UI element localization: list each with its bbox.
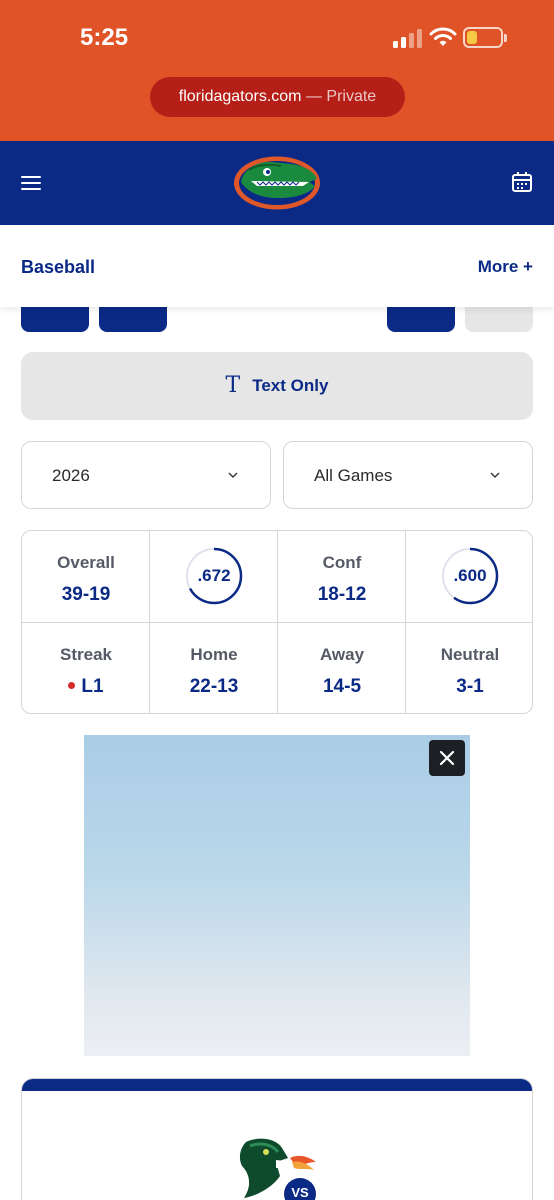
neutral-label: Neutral: [440, 645, 500, 664]
text-icon: T: [225, 373, 241, 398]
florida-gators-logo[interactable]: [229, 152, 325, 214]
conf-pct: .600: [453, 566, 487, 585]
games-select[interactable]: All Games: [283, 441, 533, 509]
more-menu-button[interactable]: More +: [478, 257, 533, 277]
cellular-signal-icon: [393, 28, 423, 48]
loss-dot-icon: [68, 682, 76, 689]
chevron-down-icon: [490, 472, 500, 478]
wifi-icon: [429, 27, 457, 46]
overall-value: 39-19: [61, 584, 111, 605]
overall-pct-ring: .672: [150, 531, 278, 623]
conf-record: Conf 18-12: [278, 531, 406, 623]
away-value: 14-5: [322, 676, 362, 697]
card-stripe: [22, 1079, 532, 1091]
overall-pct: .672: [197, 566, 231, 585]
streak-label: Streak: [60, 645, 112, 664]
home-label: Home: [190, 645, 238, 664]
season-select[interactable]: 2026: [21, 441, 271, 509]
overall-record: Overall 39-19: [22, 531, 150, 623]
conf-pct-ring: .600: [406, 531, 534, 623]
streak-value: L1: [81, 676, 104, 697]
url-bar[interactable]: floridagators.com — Private: [150, 77, 405, 117]
record-summary: Overall 39-19 .672 Conf 18-12 .600 Strea…: [21, 530, 533, 714]
overall-label: Overall: [57, 553, 115, 572]
browser-top-bar: [0, 0, 554, 141]
conf-label: Conf: [322, 553, 362, 572]
away-record: Away 14-5: [278, 623, 406, 715]
neutral-record: Neutral 3-1: [406, 623, 534, 715]
close-icon[interactable]: [429, 740, 465, 776]
text-only-button[interactable]: T Text Only: [21, 352, 533, 420]
conf-value: 18-12: [317, 584, 367, 605]
calendar-icon[interactable]: [511, 171, 533, 193]
home-record: Home 22-13: [150, 623, 278, 715]
streak-record: Streak L1: [22, 623, 150, 715]
games-value: All Games: [314, 466, 393, 485]
status-time: 5:25: [80, 24, 129, 51]
url-text: floridagators.com: [178, 88, 302, 105]
advertisement[interactable]: [84, 735, 470, 1056]
battery-low-icon: [463, 27, 507, 48]
hamburger-menu-icon[interactable]: [21, 176, 41, 190]
text-only-label: Text Only: [252, 376, 329, 395]
neutral-value: 3-1: [456, 676, 484, 697]
season-value: 2026: [52, 466, 90, 485]
chevron-down-icon: [228, 472, 238, 478]
home-value: 22-13: [189, 676, 239, 697]
private-mode-label: — Private: [305, 88, 377, 105]
away-label: Away: [319, 645, 365, 664]
sport-title[interactable]: Baseball: [21, 257, 95, 278]
